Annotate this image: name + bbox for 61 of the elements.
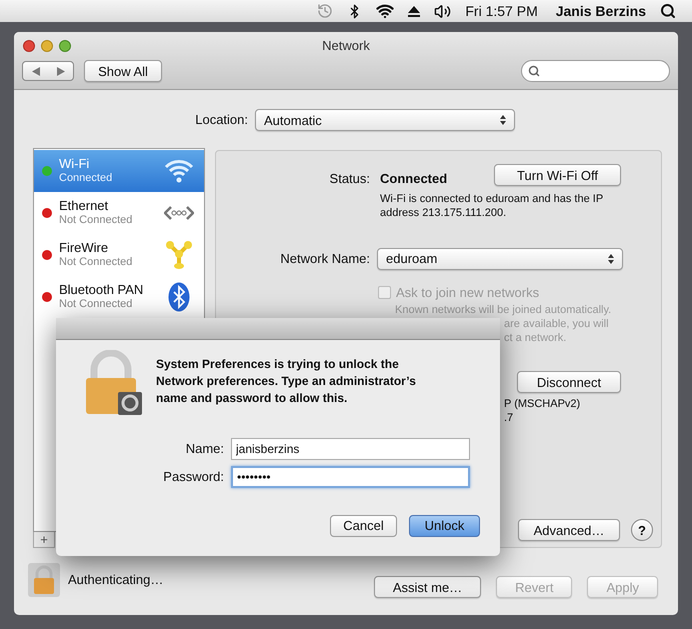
service-status: Connected xyxy=(59,171,114,185)
eject-icon[interactable] xyxy=(408,6,420,16)
ask-checkbox-label: Ask to join new networks xyxy=(396,284,540,302)
firewire-icon xyxy=(165,240,193,270)
search-field[interactable] xyxy=(521,60,670,82)
menu-clock[interactable]: Fri 1:57 PM xyxy=(465,0,538,22)
dialog-message: System Preferences is trying to unlock the Network preferences. Type an administrator’s name and password to allow this. xyxy=(156,356,417,407)
search-icon xyxy=(528,65,540,77)
service-item[interactable]: FireWire Not Connected xyxy=(34,234,204,276)
service-name: FireWire xyxy=(59,241,110,255)
ask-note-line: are available, you will xyxy=(504,317,610,331)
network-name-popup[interactable]: eduroam xyxy=(377,248,623,270)
authenticating-text: Authenticating… xyxy=(68,571,164,590)
dialog-input-field[interactable]: janisberzins xyxy=(231,438,470,460)
location-popup[interactable]: Automatic xyxy=(255,109,515,131)
wifi-icon[interactable] xyxy=(376,2,394,20)
ethernet-icon xyxy=(164,205,194,221)
service-name: Ethernet xyxy=(59,199,110,213)
minimize-button[interactable] xyxy=(41,40,53,52)
time-machine-icon[interactable] xyxy=(317,3,334,19)
ask-note-line: Known networks will be joined automatically. xyxy=(395,303,612,317)
close-button[interactable] xyxy=(23,40,35,52)
auth-detail-text: .7 xyxy=(504,411,514,425)
updown-arrows-icon xyxy=(608,254,614,264)
field-label: Name: xyxy=(184,440,224,458)
service-name: Bluetooth PAN xyxy=(59,283,144,297)
advanced-button[interactable]: Advanced… xyxy=(518,519,620,541)
status-label: Status: xyxy=(328,170,370,188)
back-arrow-icon[interactable] xyxy=(32,66,40,76)
dialog-button[interactable]: Unlock xyxy=(409,515,480,537)
volume-icon[interactable] xyxy=(434,2,452,20)
service-status: Not Connected xyxy=(59,297,134,311)
back-forward-control[interactable] xyxy=(22,61,74,81)
auth-detail-text: P (MSCHAPv2) xyxy=(504,397,582,411)
wifi-icon xyxy=(164,158,194,184)
footer-button[interactable]: Assist me… xyxy=(374,576,482,598)
bluetooth-icon xyxy=(168,282,190,312)
dialog-button[interactable]: Cancel xyxy=(330,515,397,537)
disconnect-button[interactable]: Disconnect xyxy=(517,371,621,393)
help-button[interactable]: ? xyxy=(631,519,653,541)
status-value: Connected xyxy=(380,170,448,188)
menu-user[interactable]: Janis Berzins xyxy=(556,0,646,22)
search-icon[interactable] xyxy=(660,3,676,19)
turn-wifi-off-button[interactable]: Turn Wi-Fi Off xyxy=(494,164,621,186)
status-description: Wi-Fi is connected to eduroam and has the IP address 213.175.111.200. xyxy=(380,192,604,220)
service-status: Not Connected xyxy=(59,255,134,269)
service-item[interactable]: Bluetooth PAN Not Connected xyxy=(34,276,204,318)
service-name: Wi-Fi xyxy=(59,157,90,171)
add-button[interactable]: + xyxy=(33,532,55,548)
window-title: Network xyxy=(322,37,370,56)
show-all-button[interactable]: Show All xyxy=(84,60,162,82)
forward-arrow-icon[interactable] xyxy=(56,66,64,76)
service-item[interactable]: Ethernet Not Connected xyxy=(34,192,204,234)
ask-note-line: ct a network. xyxy=(504,331,568,345)
service-status: Not Connected xyxy=(59,213,134,227)
updown-arrows-icon xyxy=(500,115,506,125)
location-label: Location: xyxy=(194,111,248,130)
network-name-label: Network Name: xyxy=(279,250,370,268)
dialog-input-field[interactable]: •••••••• xyxy=(231,466,470,488)
zoom-button[interactable] xyxy=(59,40,71,52)
field-label: Password: xyxy=(162,468,224,486)
